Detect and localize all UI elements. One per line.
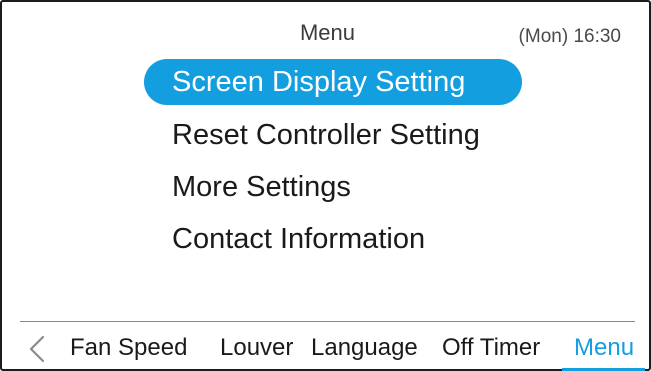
clock-display: (Mon) 16:30 (518, 26, 621, 47)
tab-language[interactable]: Language (311, 330, 418, 366)
tab-off-timer[interactable]: Off Timer (442, 330, 540, 366)
controller-screen: Menu (Mon) 16:30 Screen Display Setting … (0, 0, 651, 371)
menu-item-reset-controller-setting[interactable]: Reset Controller Setting (144, 112, 480, 158)
tabbar-divider (20, 321, 635, 322)
bottom-tab-bar: Fan Speed Louver Language Off Timer Menu (2, 323, 651, 371)
tab-menu[interactable]: Menu (574, 330, 634, 366)
tab-fan-speed[interactable]: Fan Speed (70, 330, 187, 366)
menu-item-contact-information[interactable]: Contact Information (144, 216, 425, 262)
tab-louver[interactable]: Louver (220, 330, 293, 366)
chevron-left-icon[interactable] (26, 335, 48, 363)
menu-item-screen-display-setting[interactable]: Screen Display Setting (144, 59, 522, 105)
menu-item-more-settings[interactable]: More Settings (144, 164, 351, 210)
